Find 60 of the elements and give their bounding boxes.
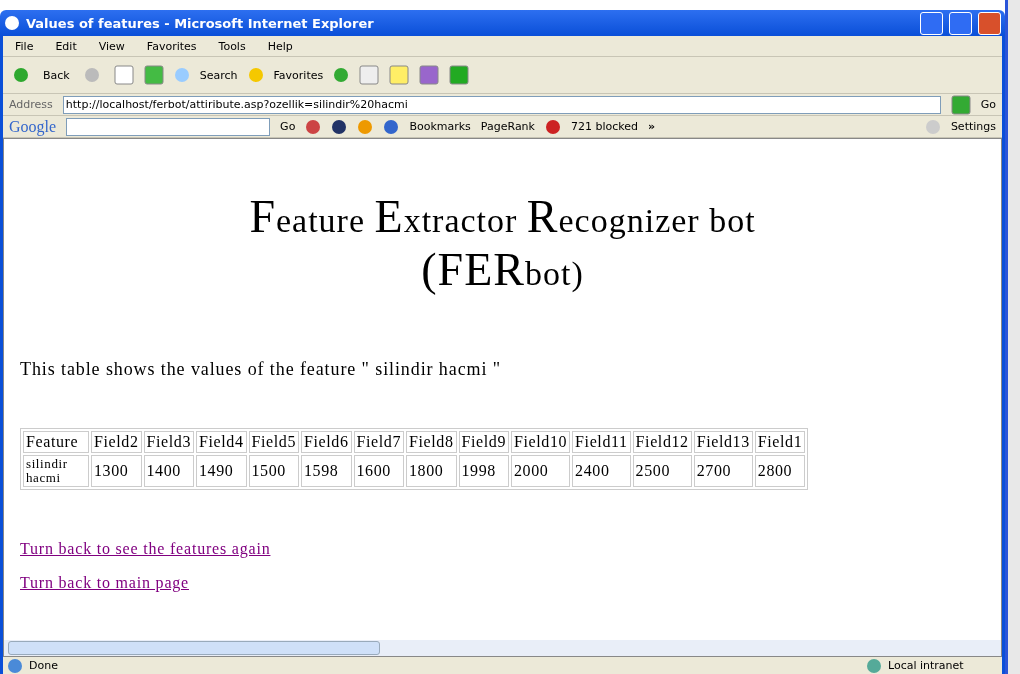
menu-item[interactable]: Edit: [49, 39, 83, 53]
google-go-button[interactable]: Go: [280, 120, 296, 133]
table-cell: 1490: [196, 454, 247, 488]
column-header: Field5: [248, 430, 299, 453]
column-header: Field8: [406, 430, 457, 453]
horizontal-scrollbar[interactable]: [4, 640, 1001, 656]
menu-item[interactable]: File: [9, 39, 40, 53]
window-title: Values of features - Microsoft Internet Explorer: [26, 15, 375, 31]
column-header: Field3: [143, 430, 194, 453]
table-cell: 2800: [754, 454, 806, 488]
column-header: Field1: [754, 430, 806, 453]
zone-text: Local intranet: [888, 659, 965, 672]
table-cell: silindir hacmi: [23, 454, 89, 488]
go-button[interactable]: Go: [980, 98, 996, 111]
column-header: Field2: [91, 430, 142, 453]
status-text: Done: [29, 659, 59, 672]
google-logo: Google: [9, 117, 57, 136]
bookmarks-button[interactable]: Bookmarks: [409, 120, 471, 133]
menu-item[interactable]: Favorites: [140, 39, 203, 53]
address-label: Address: [9, 98, 53, 111]
close-button[interactable]: [978, 11, 1001, 35]
table-cell: 2000: [511, 454, 571, 488]
table-cell: 1800: [406, 454, 457, 488]
back-link[interactable]: Turn back to main page: [20, 574, 189, 593]
popup-blocker-button[interactable]: 721 blocked: [570, 120, 638, 133]
search-button[interactable]: Search: [199, 68, 238, 82]
menu-item[interactable]: View: [92, 39, 131, 53]
table-cell: 1400: [143, 454, 194, 488]
menu-item[interactable]: Help: [261, 39, 299, 53]
maximize-button[interactable]: [949, 11, 972, 35]
table-cell: 2400: [572, 454, 631, 488]
more-button[interactable]: »: [648, 120, 656, 133]
table-cell: 1998: [458, 454, 509, 488]
table-cell: 1300: [91, 454, 142, 488]
column-header: Field13: [693, 430, 753, 453]
favorites-button[interactable]: Favorites: [273, 68, 324, 82]
table-cell: 1598: [301, 454, 352, 488]
intro-text: This table shows the values of the feature " silindir hacmi ": [20, 358, 502, 380]
column-header: Field4: [196, 430, 247, 453]
column-header: Field6: [301, 430, 352, 453]
table-cell: 2500: [632, 454, 692, 488]
back-link[interactable]: Turn back to see the features again: [20, 540, 271, 559]
column-header: Field11: [572, 430, 631, 453]
table-cell: 1600: [353, 454, 404, 488]
settings-button[interactable]: Settings: [950, 120, 996, 133]
table-cell: 2700: [693, 454, 753, 488]
minimize-button[interactable]: [920, 11, 943, 35]
menu-item[interactable]: Tools: [212, 39, 252, 53]
google-search-field[interactable]: [66, 117, 271, 136]
table-cell: 1500: [248, 454, 299, 488]
column-header: Field12: [632, 430, 692, 453]
column-header: Feature: [23, 430, 89, 453]
column-header: Field9: [458, 430, 509, 453]
column-header: Field7: [353, 430, 404, 453]
address-field[interactable]: http://localhost/ferbot/attiribute.asp?ozellik=silindir%20hacmi: [62, 95, 941, 114]
url-text: http://localhost/ferbot/attiribute.asp?ozellik=silindir%20hacmi: [65, 98, 408, 111]
column-header: Field10: [511, 430, 571, 453]
pagerank-button[interactable]: PageRank: [480, 120, 535, 133]
back-button[interactable]: Back: [43, 68, 70, 82]
page-heading: Feature Extractor Recognizer bot (FERbot): [248, 191, 757, 297]
